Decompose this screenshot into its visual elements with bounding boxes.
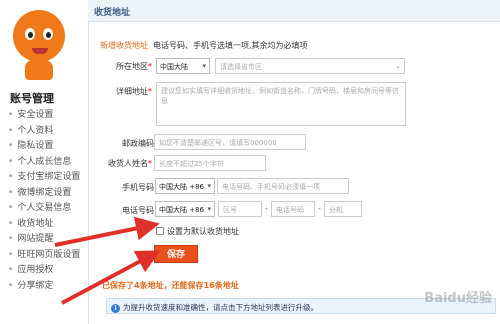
info-text: 为提升收货速度和准确性，请点击下方地址列表进行升级。 [123,303,318,312]
region-country-select[interactable]: 中国大陆 ▾ [156,58,210,74]
detail-label: 详细地址* [116,87,152,96]
phone-label: 电话号码 [122,206,154,215]
separator: - [318,204,321,213]
page-header: 收货地址 [88,0,500,22]
sidebar-item-security[interactable]: • 安全设置 [8,108,80,124]
phone-country-select[interactable]: 中国大陆 +86 ▾ [155,201,215,217]
sidebar-title: 账号管理 [10,92,54,105]
sidebar-item-alipay[interactable]: • 支付宝绑定设置 [8,170,80,186]
main-divider [88,0,89,324]
page-title: 收货地址 [94,8,131,18]
save-button[interactable]: 保存 [154,245,198,263]
mobile-input[interactable]: 电话号码、手机号码必须填一项 [217,178,349,194]
sidebar-menu: • 安全设置 • 个人资料 • 隐私设置 • 个人成长信息 • 支付宝绑定设置 • 微博绑定… [8,108,80,294]
name-label: 收货人姓名* [108,159,152,168]
new-address-label: 新增收货地址 [100,41,148,50]
postcode-input[interactable]: 如您不清楚邮递区号，请填写000000 [154,134,306,150]
sidebar-item-privacy[interactable]: • 隐私设置 [8,139,80,155]
sidebar-item-app-auth[interactable]: • 应用授权 [8,263,80,279]
sidebar-item-wangwang[interactable]: • 旺旺网页版设置 [8,248,80,264]
chevron-down-icon: ▾ [207,182,211,190]
chevron-down-icon: ▾ [207,205,211,213]
region-select[interactable]: 请选择省市区 ⌄ [215,58,405,74]
watermark: Baidu经验 [424,291,492,306]
avatar[interactable] [11,8,65,80]
receiver-name-input[interactable]: 长度不超过25个字符 [154,155,266,171]
detail-address-textarea[interactable]: 建议您如实填写详细收货地址，例如街道名称，门牌号码，楼层和房间号等信息 [156,82,406,126]
sidebar-item-profile[interactable]: • 个人资料 [8,124,80,140]
extension-input[interactable]: 分机 [324,201,362,217]
default-address-label: 设置为默认收货地址 [167,227,239,236]
chevron-down-icon: ⌄ [395,62,401,70]
saved-count-warning: 已保存了4条地址，还能保存16条地址 [102,281,239,290]
region-label: 所在地区* [116,62,152,71]
sidebar-item-reminder[interactable]: • 网站提醒 [8,232,80,248]
mobile-label: 手机号码 [122,183,154,192]
sidebar-item-weibo[interactable]: • 微博绑定设置 [8,186,80,202]
chevron-down-icon: ▾ [202,62,206,70]
postcode-label: 邮政编码 [122,139,154,148]
info-icon: i [111,304,120,313]
separator: - [265,204,268,213]
sidebar: 账号管理 • 安全设置 • 个人资料 • 隐私设置 • 个人成长信息 • 支付宝绑定设置 … [0,0,90,324]
new-address-hint: 电话号码、手机号选填一项,其余均为必填项 [153,41,308,50]
mobile-country-select[interactable]: 中国大陆 +86 ▾ [155,178,215,194]
sidebar-item-share[interactable]: • 分享绑定 [8,279,80,295]
default-address-checkbox[interactable] [156,227,164,235]
sidebar-item-address[interactable]: • 收货地址 [8,217,80,233]
sidebar-item-growth[interactable]: • 个人成长信息 [8,155,80,171]
sidebar-item-trade-info[interactable]: • 个人交易信息 [8,201,80,217]
phone-number-input[interactable]: 电话号码 [271,201,315,217]
area-code-input[interactable]: 区号 [218,201,262,217]
